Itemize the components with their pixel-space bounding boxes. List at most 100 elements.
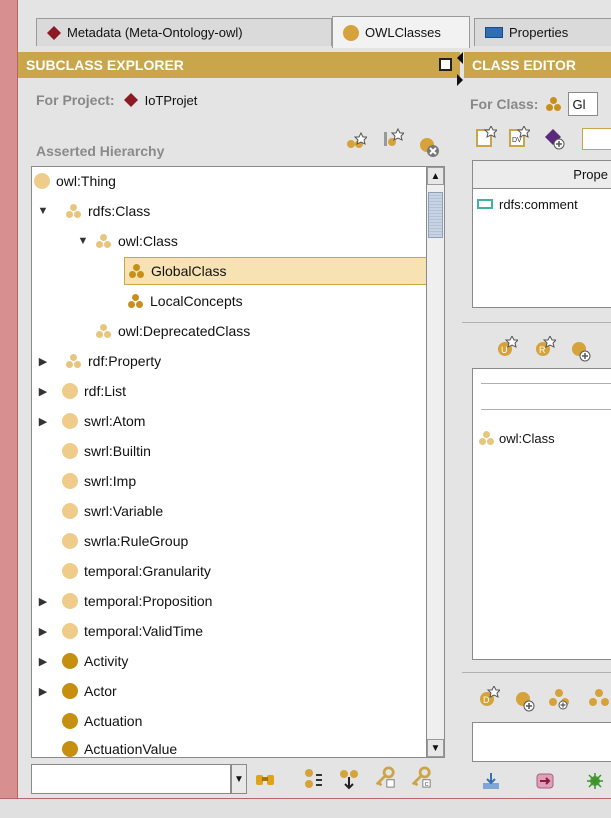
superclass-list[interactable]: owl:Class: [472, 368, 611, 660]
class-icon: [62, 473, 78, 489]
tree-node-label: ActuationValue: [84, 741, 178, 757]
expand-arrow-icon[interactable]: ▶: [36, 595, 50, 608]
new-icon[interactable]: [475, 126, 497, 148]
key-options-icon[interactable]: C: [410, 766, 432, 788]
metaclass-icon: [66, 203, 82, 219]
tree-node-actuation[interactable]: Actuation: [62, 707, 142, 735]
tree-node-label: owl:Thing: [56, 173, 116, 189]
tab-properties[interactable]: Properties: [474, 18, 611, 46]
add-all-siblings-icon[interactable]: [548, 688, 570, 710]
add-superclass-icon[interactable]: U: [496, 336, 518, 358]
tree-node-label: swrl:Atom: [84, 413, 146, 429]
tree-node-swrl-atom[interactable]: ▶ swrl:Atom: [36, 407, 145, 435]
create-subclass-icon[interactable]: [345, 132, 367, 154]
add-class-icon[interactable]: [514, 690, 536, 712]
tree-node-actor[interactable]: ▶ Actor: [36, 677, 117, 705]
import-icon[interactable]: [480, 770, 502, 792]
tree-node-label: swrl:Variable: [84, 503, 164, 519]
key-search-icon[interactable]: [374, 766, 396, 788]
class-label: For Class:: [470, 96, 539, 112]
add-more-icon[interactable]: [586, 688, 611, 710]
scroll-up-button[interactable]: ▲: [427, 167, 444, 185]
class-icon: [62, 443, 78, 459]
collapse-arrow-icon[interactable]: ▼: [36, 205, 50, 217]
scroll-down-button[interactable]: ▼: [427, 739, 444, 757]
class-icon: [546, 96, 562, 112]
tree-node-rdf-property[interactable]: ▶ rdf:Property: [36, 347, 161, 375]
tree-node-label: rdf:Property: [88, 353, 162, 369]
expand-arrow-icon[interactable]: ▶: [36, 685, 50, 698]
project-label: For Project:: [36, 92, 115, 108]
tab-metadata[interactable]: Metadata (Meta-Ontology-owl): [36, 18, 332, 46]
window-bottom-border: [0, 798, 611, 818]
property-row[interactable]: rdfs:comment: [473, 191, 611, 217]
tree-node-actuationvalue[interactable]: ActuationValue: [62, 735, 178, 757]
tree-node-owl-deprecatedclass[interactable]: owl:DeprecatedClass: [96, 317, 250, 345]
settings-bug-icon[interactable]: [584, 770, 606, 792]
search-dropdown-button[interactable]: ▼: [231, 764, 247, 794]
tree-node-swrl-builtin[interactable]: swrl:Builtin: [62, 437, 151, 465]
tab-bar: Metadata (Meta-Ontology-owl) OWLClasses …: [18, 0, 611, 48]
disjoint-list[interactable]: [472, 722, 611, 762]
tab-owlclasses[interactable]: OWLClasses: [332, 16, 470, 48]
svg-text:D: D: [483, 695, 490, 705]
tree-node-label: LocalConcepts: [150, 293, 243, 309]
class-icon: [62, 593, 78, 609]
tree-node-swrla-rulegroup[interactable]: swrla:RuleGroup: [62, 527, 188, 555]
tree-node-label: owl:Class: [118, 233, 178, 249]
tree-scrollbar[interactable]: ▲ ▼: [427, 166, 445, 758]
tree-node-swrl-variable[interactable]: swrl:Variable: [62, 497, 163, 525]
metaclass-icon: [66, 353, 82, 369]
tree-node-owl-class[interactable]: ▼ owl:Class: [76, 227, 178, 255]
class-hierarchy-tree[interactable]: owl:Thing ▼ rdfs:Class ▼ owl:Class Globa…: [31, 166, 427, 758]
show-subclasses-icon[interactable]: [302, 768, 324, 790]
class-icon: [62, 503, 78, 519]
binoculars-icon[interactable]: [254, 768, 276, 790]
tree-node-label: GlobalClass: [151, 263, 227, 279]
properties-icon: [485, 27, 503, 38]
toolbar-overflow-icon[interactable]: [582, 128, 611, 150]
tree-node-owl-thing[interactable]: owl:Thing: [34, 167, 116, 195]
tree-node-temporal-granularity[interactable]: temporal:Granularity: [62, 557, 211, 585]
export-icon[interactable]: [534, 770, 556, 792]
collapse-arrow-icon[interactable]: ▼: [76, 235, 90, 247]
delete-class-icon[interactable]: [418, 136, 440, 158]
tree-node-activity[interactable]: ▶ Activity: [36, 647, 128, 675]
splitter-arrows[interactable]: [456, 50, 464, 90]
expand-arrow-icon[interactable]: ▶: [36, 385, 50, 398]
expand-arrow-icon[interactable]: ▶: [36, 415, 50, 428]
tree-node-label: temporal:Proposition: [84, 593, 213, 609]
create-sibling-icon[interactable]: [382, 128, 404, 150]
tree-node-label: temporal:Granularity: [84, 563, 211, 579]
tree-node-localconcepts[interactable]: LocalConcepts: [128, 287, 243, 315]
maximize-icon[interactable]: [439, 58, 452, 71]
expand-arrow-icon[interactable]: ▶: [36, 355, 50, 368]
tree-node-globalclass[interactable]: GlobalClass: [124, 257, 426, 285]
tree-node-label: swrl:Imp: [84, 473, 137, 489]
expand-arrow-icon[interactable]: ▶: [36, 625, 50, 638]
tree-node-temporal-validtime[interactable]: ▶ temporal:ValidTime: [36, 617, 203, 645]
class-icon: [62, 413, 78, 429]
tree-node-temporal-proposition[interactable]: ▶ temporal:Proposition: [36, 587, 212, 615]
add-named-class-icon[interactable]: [570, 340, 592, 362]
tree-node-rdf-list[interactable]: ▶ rdf:List: [36, 377, 126, 405]
add-disjoint-icon[interactable]: D: [478, 686, 500, 708]
metaclass-icon: [479, 430, 495, 446]
class-name-field[interactable]: Gl: [568, 92, 599, 116]
class-icon: [62, 683, 78, 699]
add-annotation-icon[interactable]: [544, 128, 566, 150]
owlclasses-icon: [343, 24, 359, 41]
class-search-input[interactable]: [31, 764, 231, 794]
properties-table[interactable]: Prope rdfs:comment: [472, 160, 611, 308]
tree-node-swrl-imp[interactable]: swrl:Imp: [62, 467, 136, 495]
svg-text:U: U: [501, 345, 508, 355]
add-restriction-icon[interactable]: R: [534, 336, 556, 358]
scroll-thumb[interactable]: [428, 192, 443, 238]
expand-arrow-icon[interactable]: ▶: [36, 655, 50, 668]
add-property-icon[interactable]: DV: [508, 126, 530, 148]
svg-text:C: C: [425, 782, 429, 788]
panel-divider: [462, 322, 611, 323]
move-down-icon[interactable]: [338, 768, 360, 790]
superclass-item[interactable]: owl:Class: [479, 427, 555, 449]
tree-node-rdfs-class[interactable]: ▼ rdfs:Class: [36, 197, 151, 225]
